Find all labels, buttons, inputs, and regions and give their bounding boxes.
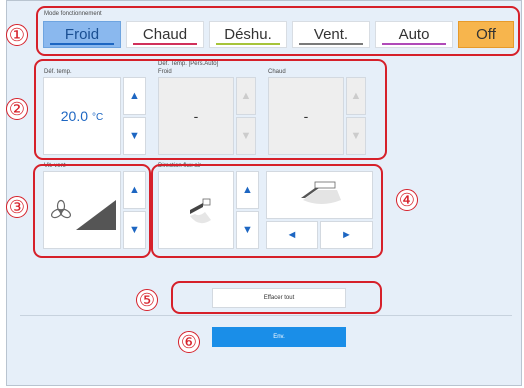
callout-box-3 [33,164,151,258]
callout-number-5: ⑤ [136,289,158,311]
callout-box-4 [151,164,383,258]
callout-number-3: ③ [6,196,28,218]
callout-box-5 [171,281,382,314]
callout-number-1: ① [6,24,28,46]
callout-box-2 [34,59,387,160]
callout-number-6: ⑥ [178,331,200,353]
divider [20,315,512,316]
callout-number-2: ② [6,98,28,120]
send-button[interactable]: Env. [212,327,346,347]
callout-box-1 [36,6,520,56]
callout-number-4: ④ [396,189,418,211]
